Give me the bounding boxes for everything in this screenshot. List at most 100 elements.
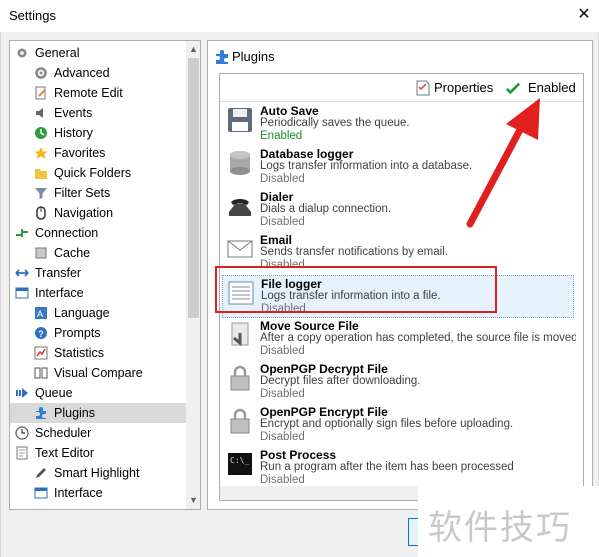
plugin-status: Disabled [260, 474, 305, 486]
tree-item-plugins[interactable]: Plugins [10, 403, 186, 423]
tree-item-label: Favorites [54, 146, 106, 160]
plugin-item-openpgp-encrypt-file[interactable]: OpenPGP Encrypt File Encrypt and optional… [222, 404, 574, 447]
tree-item-favorites[interactable]: Favorites [10, 143, 186, 163]
tree-item-advanced[interactable]: Advanced [10, 63, 186, 83]
tree-item-label: Visual Compare [54, 366, 143, 380]
tree-item-prompts[interactable]: ? Prompts [10, 323, 186, 343]
tree-item-remote-edit[interactable]: Remote Edit [10, 83, 186, 103]
cache-icon [35, 247, 47, 259]
scrollbar-thumb[interactable] [188, 58, 199, 318]
tree-item-label: Queue [35, 386, 73, 400]
gear-icon [17, 48, 27, 58]
tree-item-language[interactable]: A Language [10, 303, 186, 323]
plugin-name: Auto Save [260, 104, 319, 118]
plugin-item-database-logger[interactable]: Database logger Logs transfer information… [222, 146, 574, 189]
settings-tree[interactable]: General Advanced Remote Edit Events History F… [9, 40, 201, 510]
tree-item-queue[interactable]: Queue [10, 383, 186, 403]
tree-item-events[interactable]: Events [10, 103, 186, 123]
plugin-description: Encrypt and optionally sign files before… [260, 418, 514, 430]
plugin-status: Disabled [260, 216, 305, 228]
tree-item-smart-highlight[interactable]: Smart Highlight [10, 463, 186, 483]
plugin-description: Logs transfer information into a databas… [260, 160, 473, 172]
padlock-icon [230, 408, 250, 434]
plugin-description: Dials a dialup connection. [260, 203, 392, 215]
tree-scrollbar[interactable]: ▲ ▼ [186, 41, 200, 509]
plugin-item-move-source-file[interactable]: Move Source File After a copy operation h… [222, 318, 576, 361]
plugin-status: Disabled [260, 259, 305, 271]
scroll-up-icon[interactable]: ▲ [186, 41, 200, 57]
plugin-description: Periodically saves the queue. [260, 117, 410, 129]
plugin-status: Disabled [260, 388, 305, 400]
queue-icon [16, 388, 28, 398]
plugin-item-email[interactable]: Email Sends transfer notifications by ema… [222, 232, 574, 275]
title-bar: Settings ✕ [0, 0, 599, 32]
tree-item-connection[interactable]: Connection [10, 223, 186, 243]
panel-title: Plugins [232, 49, 275, 64]
move-file-icon [231, 322, 249, 347]
close-icon[interactable]: ✕ [574, 5, 594, 25]
star-icon [34, 147, 48, 159]
tree-item-interface[interactable]: Interface [10, 283, 186, 303]
mouse-icon [36, 206, 46, 220]
tree-item-text-editor[interactable]: Text Editor [10, 443, 186, 463]
language-icon: A [35, 307, 47, 319]
plugins-panel: Plugins Properties Enabled Auto Save Peri… [207, 40, 593, 510]
tree-item-quick-folders[interactable]: Quick Folders [10, 163, 186, 183]
transfer-arrows-icon [15, 269, 29, 277]
enabled-label: Enabled [528, 80, 576, 95]
watermark-text: 软件技巧 [428, 508, 572, 548]
svg-text:C:\_: C:\_ [230, 456, 249, 465]
connection-icon [16, 229, 28, 237]
tree-item-label: Cache [54, 246, 91, 260]
properties-label: Properties [434, 80, 494, 95]
tree-item-label: Prompts [54, 326, 101, 340]
compare-icon [34, 367, 48, 379]
tree-item-label: Transfer [35, 266, 82, 280]
plugin-item-openpgp-decrypt-file[interactable]: OpenPGP Decrypt File Decrypt files after … [222, 361, 574, 404]
tree-item-label: Scheduler [35, 426, 92, 440]
tree-item-interface[interactable]: Interface [10, 483, 186, 503]
tree-item-label: Text Editor [35, 446, 95, 460]
tree-item-label: Filter Sets [54, 186, 111, 200]
tree-item-label: Remote Edit [54, 86, 123, 100]
tree-item-label: Smart Highlight [54, 466, 140, 480]
tree-item-label: Interface [35, 286, 84, 300]
plugin-item-auto-save[interactable]: Auto Save Periodically saves the queue. En… [222, 103, 574, 146]
tree-item-label: Connection [35, 226, 99, 240]
scroll-down-icon[interactable]: ▼ [186, 492, 200, 508]
plugin-description: Logs transfer information into a file. [261, 290, 441, 302]
tree-item-transfer[interactable]: Transfer [10, 263, 186, 283]
tree-item-general[interactable]: General [10, 43, 186, 63]
padlock-icon [230, 365, 250, 391]
properties-icon [416, 80, 430, 96]
statistics-icon [34, 346, 48, 360]
tree-item-label: Plugins [54, 406, 95, 420]
plugin-item-post-process[interactable]: C:\_ Post Process Run a program after the … [222, 447, 574, 490]
plugin-name: Post Process [260, 448, 337, 462]
tree-item-history[interactable]: History [10, 123, 186, 143]
tree-item-cache[interactable]: Cache [10, 243, 186, 263]
window-icon [34, 487, 48, 499]
phone-icon [229, 199, 251, 216]
plugin-name: OpenPGP Encrypt File [260, 405, 388, 419]
tree-item-filter-sets[interactable]: Filter Sets [10, 183, 186, 203]
tree-item-label: Events [54, 106, 93, 120]
tree-item-label: Interface [54, 486, 103, 500]
tree-item-label: Advanced [54, 66, 110, 80]
highlight-icon [36, 468, 46, 478]
database-icon [230, 151, 250, 175]
console-icon: C:\_ [228, 453, 252, 475]
log-file-icon [228, 281, 254, 305]
floppy-disk-icon [228, 108, 252, 132]
tree-item-visual-compare[interactable]: Visual Compare [10, 363, 186, 383]
plugins-list[interactable]: Properties Enabled Auto Save Periodically… [219, 73, 584, 501]
tree-item-scheduler[interactable]: Scheduler [10, 423, 186, 443]
plugin-status: Disabled [260, 345, 305, 357]
plugin-item-file-logger[interactable]: File logger Logs transfer information int… [222, 275, 574, 318]
tree-item-label: Language [54, 306, 110, 320]
plugin-status: Disabled [260, 173, 305, 185]
plugin-item-dialer[interactable]: Dialer Dials a dialup connection. Disabled [222, 189, 574, 232]
tree-item-navigation[interactable]: Navigation [10, 203, 186, 223]
plugin-status: Disabled [261, 303, 306, 315]
tree-item-statistics[interactable]: Statistics [10, 343, 186, 363]
